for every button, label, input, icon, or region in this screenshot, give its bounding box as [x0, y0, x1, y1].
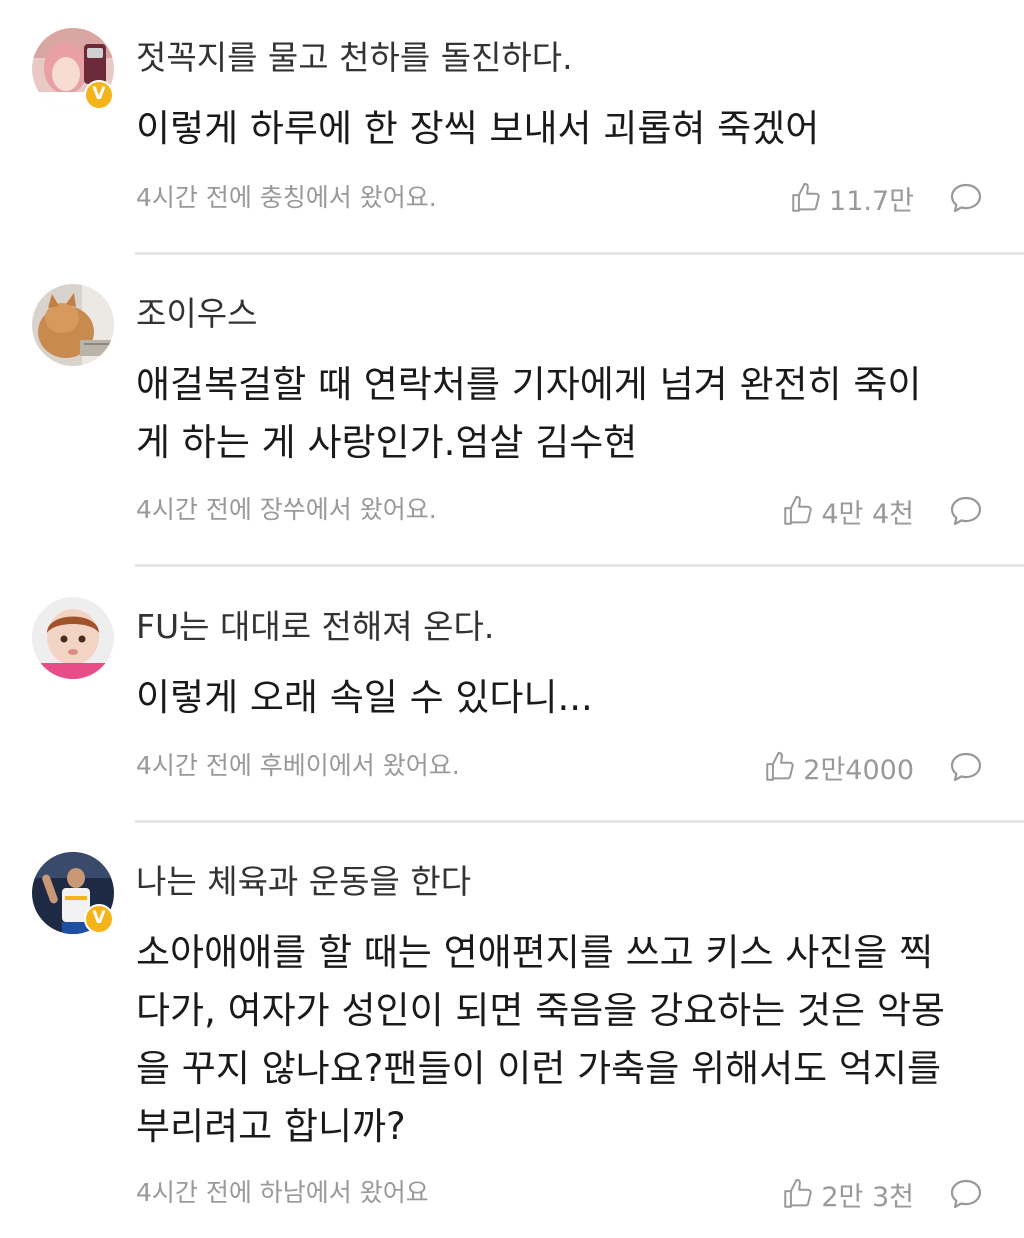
reply-button[interactable]	[948, 493, 984, 529]
comment-text-line: 부리려고 합니까?	[136, 1105, 406, 1148]
username[interactable]: 젓꼭지를 물고 천하를 돌진하다.	[136, 38, 573, 78]
like-button[interactable]: 11.7만	[789, 180, 914, 217]
comment-text-line: 게 하는 게 사랑인가.엄살 김수현	[136, 421, 638, 464]
like-button[interactable]: 2만4000	[763, 749, 914, 786]
like-button[interactable]: 4만 4천	[781, 493, 914, 530]
speech-bubble-icon	[950, 1179, 982, 1209]
reply-button[interactable]	[948, 749, 984, 785]
like-count: 11.7만	[829, 185, 914, 217]
username[interactable]: 나는 체육과 운동을 한다	[136, 862, 471, 902]
thumbs-up-icon	[766, 751, 794, 781]
avatar-orange-cat-icon	[32, 284, 114, 366]
speech-bubble-icon	[950, 496, 982, 526]
verified-badge: V	[84, 904, 114, 934]
divider	[135, 252, 1024, 255]
comment-meta: 4시간 전에 후베이에서 왔어요.	[136, 751, 460, 780]
reply-button[interactable]	[948, 1176, 984, 1212]
username[interactable]: FU는 대대로 전해져 온다.	[136, 607, 494, 647]
comment-text: 이렇게 하루에 한 장씩 보내서 괴롭혀 죽겠어	[136, 100, 996, 158]
comment-text-line: 이렇게 하루에 한 장씩 보내서 괴롭혀 죽겠어	[136, 107, 820, 150]
comment-text: 소아애애를 할 때는 연애편지를 쓰고 키스 사진을 찍 다가, 여자가 성인이…	[136, 924, 996, 1156]
comment-text: 이렇게 오래 속일 수 있다니...	[136, 669, 996, 727]
verified-badge: V	[84, 80, 114, 110]
like-count: 4만 4천	[821, 498, 914, 530]
comment-text-line: 이렇게 오래 속일 수 있다니...	[136, 676, 593, 719]
avatar-baby-icon	[32, 597, 114, 679]
like-count: 2만 3천	[821, 1181, 914, 1213]
thumbs-up-icon	[784, 495, 813, 525]
speech-bubble-icon	[950, 183, 982, 213]
comment-text-line: 소아애애를 할 때는 연애편지를 쓰고 키스 사진을 찍	[136, 931, 934, 974]
thumbs-up-icon	[792, 182, 820, 212]
reply-button[interactable]	[948, 180, 984, 216]
comment-meta: 4시간 전에 충칭에서 왔어요.	[136, 183, 437, 212]
comment-text: 애걸복걸할 때 연락처를 기자에게 넘겨 완전히 죽이 게 하는 게 사랑인가.…	[136, 356, 996, 472]
like-button[interactable]: 2만 3천	[781, 1176, 914, 1213]
avatar[interactable]	[32, 597, 114, 679]
like-count: 2만4000	[803, 754, 914, 786]
comment-text-line: 을 꾸지 않나요?팬들이 이런 가축을 위해서도 억지를	[136, 1047, 942, 1090]
comment-text-line: 애걸복걸할 때 연락처를 기자에게 넘겨 완전히 죽이	[136, 363, 922, 406]
username[interactable]: 조이우스	[136, 294, 257, 334]
comment-text-line: 다가, 여자가 성인이 되면 죽음을 강요하는 것은 악몽	[136, 989, 945, 1032]
divider	[135, 820, 1024, 823]
speech-bubble-icon	[950, 752, 982, 782]
comment-meta: 4시간 전에 장쑤에서 왔어요.	[136, 495, 437, 524]
comment-meta: 4시간 전에 하남에서 왔어요	[136, 1178, 429, 1207]
divider	[135, 564, 1024, 567]
thumbs-up-icon	[784, 1178, 813, 1208]
avatar[interactable]	[32, 284, 114, 366]
